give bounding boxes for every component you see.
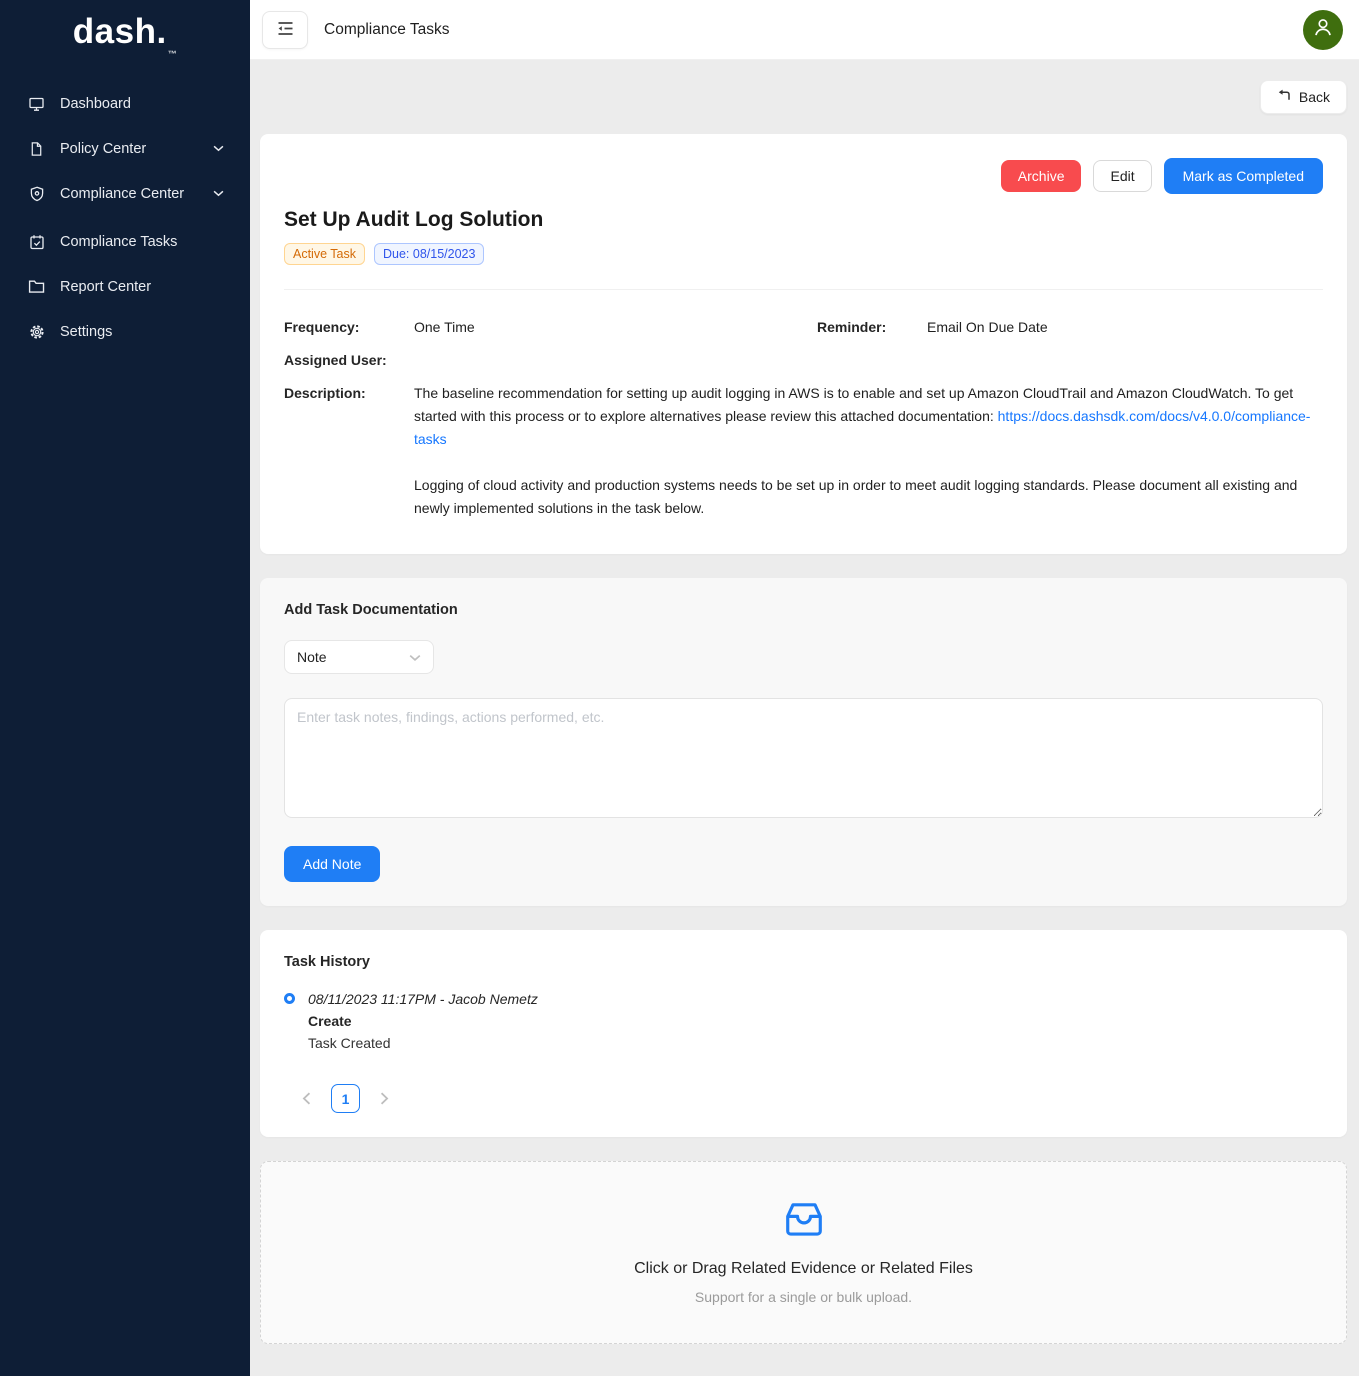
history-timestamp: 08/11/2023 11:17PM - Jacob Nemetz [308, 988, 538, 1010]
document-icon [28, 141, 45, 157]
assigned-user-label: Assigned User: [284, 349, 414, 372]
documentation-type-value: Note [297, 649, 327, 665]
task-note-input[interactable] [284, 698, 1323, 818]
monitor-icon [28, 96, 45, 112]
frequency-value: One Time [414, 316, 817, 339]
shield-icon [28, 186, 45, 202]
upload-main-text: Click or Drag Related Evidence or Relate… [634, 1260, 973, 1278]
calendar-check-icon [28, 234, 45, 250]
history-action: Create [308, 1010, 538, 1032]
sidebar-item-settings[interactable]: Settings [0, 309, 250, 354]
history-detail: Task Created [308, 1032, 538, 1054]
timeline-dot-icon [284, 993, 295, 1004]
main-column: Compliance Tasks Back Archive [250, 0, 1359, 1376]
chevron-left-icon [302, 1092, 311, 1105]
file-upload-dropzone[interactable]: Click or Drag Related Evidence or Relate… [260, 1161, 1347, 1344]
task-history-heading: Task History [284, 954, 1323, 970]
upload-hint-text: Support for a single or bulk upload. [695, 1289, 912, 1305]
sidebar-item-label: Policy Center [60, 141, 146, 157]
sidebar-item-compliance-center[interactable]: Compliance Center [0, 171, 250, 216]
brand-name: dash. [73, 12, 167, 51]
status-badge: Active Task [284, 243, 365, 265]
description-paragraph: The baseline recommendation for setting … [414, 382, 1323, 451]
gear-icon [28, 324, 45, 340]
inbox-icon [783, 1200, 825, 1243]
back-row: Back [260, 80, 1347, 114]
frequency-label: Frequency: [284, 316, 414, 339]
task-history-card: Task History 08/11/2023 11:17PM - Jacob … [260, 930, 1347, 1137]
chevron-right-icon [380, 1092, 389, 1105]
brand-trademark: ™ [168, 49, 178, 59]
top-header: Compliance Tasks [250, 0, 1359, 60]
history-entry: 08/11/2023 11:17PM - Jacob Nemetz Create… [284, 988, 1323, 1054]
chevron-down-icon [213, 190, 224, 197]
sidebar-item-label: Compliance Center [60, 186, 184, 202]
task-actions-row: Archive Edit Mark as Completed [284, 158, 1323, 194]
back-button-label: Back [1299, 89, 1330, 105]
user-avatar[interactable] [1303, 10, 1343, 50]
sidebar-item-label: Settings [60, 324, 112, 340]
pagination-prev-button[interactable] [298, 1088, 315, 1109]
folder-icon [28, 279, 45, 294]
history-entry-body: 08/11/2023 11:17PM - Jacob Nemetz Create… [308, 988, 538, 1054]
task-badges: Active Task Due: 08/15/2023 [284, 243, 1323, 265]
user-icon [1312, 16, 1334, 43]
rollback-icon [1277, 89, 1291, 105]
documentation-type-select[interactable]: Note [284, 640, 434, 674]
description-paragraph: Logging of cloud activity and production… [414, 474, 1323, 520]
sidebar-item-compliance-tasks[interactable]: Compliance Tasks [0, 219, 250, 264]
divider [284, 289, 1323, 290]
assigned-user-row: Assigned User: [284, 349, 1323, 372]
chevron-down-icon [213, 145, 224, 152]
archive-button[interactable]: Archive [1001, 160, 1082, 192]
app-root: dash.™ Dashboard Policy Center Complianc… [0, 0, 1359, 1376]
task-title: Set Up Audit Log Solution [284, 208, 1323, 232]
chevron-down-icon [409, 649, 421, 665]
content-area: Back Archive Edit Mark as Completed Set … [250, 60, 1359, 1376]
sidebar-toggle-button[interactable] [262, 11, 308, 49]
frequency-reminder-row: Frequency: One Time Reminder: Email On D… [284, 316, 1323, 339]
back-button[interactable]: Back [1260, 80, 1347, 114]
sidebar-item-label: Compliance Tasks [60, 234, 177, 250]
sidebar-item-policy-center[interactable]: Policy Center [0, 126, 250, 171]
sidebar-item-dashboard[interactable]: Dashboard [0, 81, 250, 126]
description-text: The baseline recommendation for setting … [414, 382, 1323, 520]
description-label: Description: [284, 382, 414, 405]
description-row: Description: The baseline recommendation… [284, 382, 1323, 520]
reminder-label: Reminder: [817, 316, 927, 339]
page-title: Compliance Tasks [324, 21, 450, 39]
brand-logo: dash.™ [0, 0, 250, 81]
sidebar-item-label: Report Center [60, 279, 151, 295]
edit-button[interactable]: Edit [1093, 160, 1151, 192]
due-date-badge: Due: 08/15/2023 [374, 243, 484, 265]
mark-completed-button[interactable]: Mark as Completed [1164, 158, 1323, 194]
reminder-value: Email On Due Date [927, 316, 1323, 339]
sidebar: dash.™ Dashboard Policy Center Complianc… [0, 0, 250, 1376]
add-documentation-heading: Add Task Documentation [284, 602, 1323, 618]
pagination-next-button[interactable] [376, 1088, 393, 1109]
sidebar-item-label: Dashboard [60, 96, 131, 112]
pagination-page-1[interactable]: 1 [331, 1084, 360, 1113]
add-note-button[interactable]: Add Note [284, 846, 380, 882]
task-detail-card: Archive Edit Mark as Completed Set Up Au… [260, 134, 1347, 554]
menu-fold-icon [277, 21, 294, 39]
history-pagination: 1 [284, 1084, 1323, 1113]
sidebar-item-report-center[interactable]: Report Center [0, 264, 250, 309]
add-documentation-card: Add Task Documentation Note Add Note [260, 578, 1347, 906]
